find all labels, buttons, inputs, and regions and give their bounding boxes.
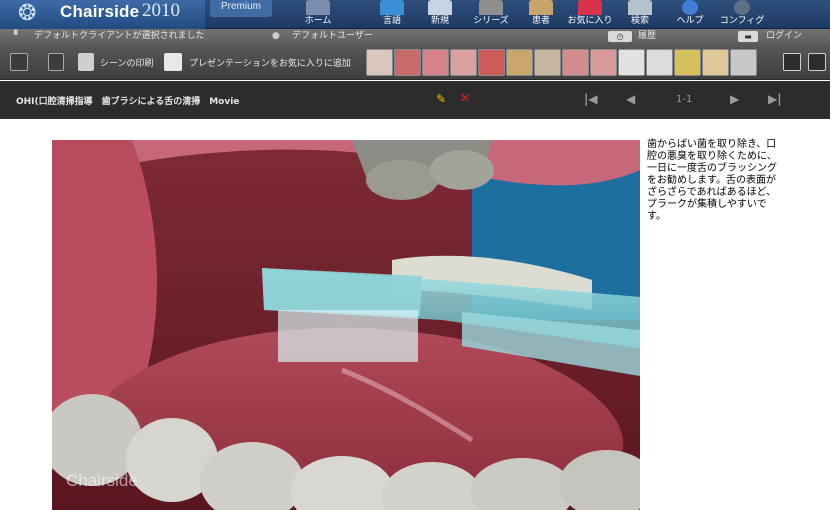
close-icon[interactable]: ✕ [460,91,470,105]
nav-patient-button[interactable]: 患者 [524,0,558,29]
edit-pencil-icon[interactable]: ✎ [436,92,446,106]
nav-language-label: 言語 [382,16,401,26]
first-page-icon[interactable]: |◀ [584,92,598,106]
scene-thumb-13[interactable] [702,49,729,76]
pin-icon: ▘ [14,31,21,41]
help-icon [682,0,698,15]
config-icon [734,0,750,15]
history-link[interactable]: 履歴 [638,29,656,44]
info-icon[interactable] [48,53,64,71]
nav-config-label: コンフィグ [719,16,765,26]
add-favorite-button[interactable]: プレゼンテーションをお気に入りに追加 [189,56,351,69]
scene-thumb-1[interactable] [366,49,393,76]
next-page-icon[interactable]: ▶ [730,92,739,106]
last-page-icon[interactable]: ▶| [768,92,782,106]
toolbar: シーンの印刷 プレゼンテーションをお気に入りに追加 [0,44,830,80]
page-indicator: 1-1 [676,94,693,105]
scene-thumb-14[interactable] [730,49,757,76]
home-icon [306,0,330,15]
scene-description: 歯からばい菌を取り除き、口腔の悪臭を取り除くために、一日に一度舌のブラッシングを… [647,139,777,222]
nav-favorites-label: お気に入り [567,16,613,26]
tongue-brushing-illustration [52,140,640,510]
app-header: ❂ Chairside 2010 Premium ホーム 言語 新規 シリーズ … [0,0,830,29]
lock-icon: ▬ [738,31,758,42]
nav-series-label: シリーズ [473,16,509,26]
history-icon: ◷ [608,31,632,42]
nav-home-label: ホーム [304,16,332,26]
fullscreen-icon[interactable] [783,53,801,71]
scene-thumb-4[interactable] [450,49,477,76]
nav-search-label: 検索 [630,16,649,26]
nav-new-label: 新規 [430,16,449,26]
scene-video[interactable] [52,140,640,510]
nav-series-button[interactable]: シリーズ [468,0,514,29]
scene-thumb-11[interactable] [646,49,673,76]
scene-thumb-9[interactable] [590,49,617,76]
nav-help-label: ヘルプ [676,16,704,26]
language-icon [380,0,404,15]
user-icon: ● [272,31,280,41]
window-icon[interactable] [808,53,826,71]
scene-title-bar: OHI(口腔清掃指導 歯ブラシによる舌の清掃 Movie ✎ ✕ |◀ ◀ 1-… [0,81,830,119]
scene-thumb-7[interactable] [534,49,561,76]
search-icon [628,0,652,15]
chairside-logo-icon: ❂ [18,1,37,26]
nav-new-button[interactable]: 新規 [420,0,460,29]
chairside-watermark: Chairside [66,471,138,490]
nav-language-button[interactable]: 言語 [374,0,410,29]
brand-year: 2010 [142,0,180,21]
scene-thumb-8[interactable] [562,49,589,76]
scene-thumb-2[interactable] [394,49,421,76]
prev-page-icon[interactable]: ◀ [626,92,635,106]
scene-thumb-5[interactable] [478,49,505,76]
current-user[interactable]: デフォルトユーザー [292,29,373,44]
nav-config-button[interactable]: コンフィグ [718,0,766,29]
new-icon [428,0,452,15]
print-icon [78,53,94,71]
nav-favorites-button[interactable]: お気に入り [562,0,618,29]
print-scene-button[interactable]: シーンの印刷 [100,56,154,69]
scene-thumb-6[interactable] [506,49,533,76]
nav-help-button[interactable]: ヘルプ [670,0,710,29]
nav-home-button[interactable]: ホーム [298,0,338,29]
favorites-icon [578,0,602,15]
heart-icon [164,53,182,71]
scene-thumb-10[interactable] [618,49,645,76]
nav-search-button[interactable]: 検索 [620,0,660,29]
collapse-icon[interactable] [10,53,28,71]
nav-patient-label: 患者 [531,16,550,26]
edition-badge: Premium [210,0,272,17]
client-status: デフォルトクライアントが選択されました [34,31,205,41]
scene-thumb-3[interactable] [422,49,449,76]
status-bar: ▘ デフォルトクライアントが選択されました ● デフォルトユーザー ◷ 履歴 ▬… [0,29,830,44]
login-link[interactable]: ログイン [766,29,802,44]
brand-logo: ❂ Chairside 2010 [0,0,205,29]
scene-thumb-12[interactable] [674,49,701,76]
patient-icon [529,0,553,15]
series-icon [479,0,503,15]
brand-name: Chairside [60,2,140,21]
scene-title: OHI(口腔清掃指導 歯ブラシによる舌の清掃 Movie [16,97,240,107]
